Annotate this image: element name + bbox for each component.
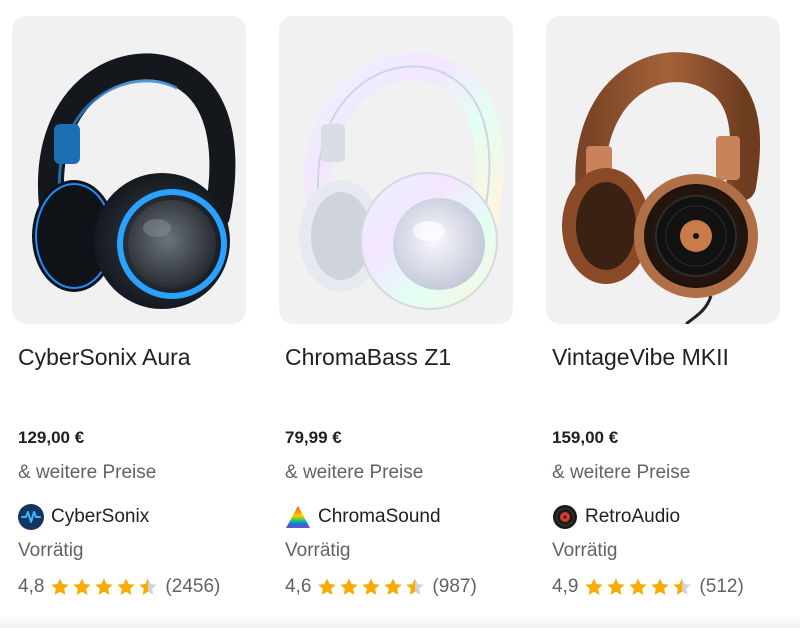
holographic-white-headphones-image — [299, 52, 504, 310]
star-icon — [406, 578, 425, 595]
rating-score: 4,6 — [285, 576, 312, 597]
availability-status: Vorrätig — [18, 540, 84, 561]
rainbow-triangle-logo-icon — [286, 506, 310, 528]
product-grid: CyberSonix Aura 129,00 € & weitere Preis… — [0, 0, 800, 628]
waveform-logo-icon — [18, 504, 44, 530]
rating[interactable]: 4,8 (2456) — [18, 574, 220, 600]
vinyl-record-logo-icon — [553, 505, 577, 529]
product-title[interactable]: VintageVibe MKII — [552, 342, 729, 372]
star-rating — [317, 577, 427, 597]
product-image[interactable] — [12, 16, 246, 324]
seller-name: ChromaSound — [318, 506, 441, 527]
review-count: (512) — [699, 576, 744, 597]
product-title[interactable]: ChromaBass Z1 — [285, 342, 451, 372]
star-icon — [139, 578, 158, 595]
more-prices-link[interactable]: & weitere Preise — [552, 462, 690, 484]
seller[interactable]: CyberSonix — [18, 504, 149, 530]
seller[interactable]: RetroAudio — [552, 504, 680, 530]
seller-name: CyberSonix — [51, 506, 150, 527]
star-icon — [651, 578, 670, 595]
star-icon — [629, 578, 648, 595]
star-icon — [340, 578, 359, 595]
product-price: 129,00 € — [18, 428, 85, 447]
star-icon — [95, 578, 114, 595]
rating[interactable]: 4,6 (987) — [285, 574, 477, 600]
star-icon — [384, 578, 403, 595]
star-icon — [73, 578, 92, 595]
star-rating — [584, 577, 694, 597]
rating-score: 4,9 — [552, 576, 579, 597]
product-price: 79,99 € — [285, 428, 342, 447]
more-prices-link[interactable]: & weitere Preise — [285, 462, 423, 484]
seller[interactable]: ChromaSound — [285, 504, 441, 530]
star-icon — [362, 578, 381, 595]
rating[interactable]: 4,9 (512) — [552, 574, 744, 600]
rating-score: 4,8 — [18, 576, 45, 597]
star-icon — [585, 578, 604, 595]
product-price: 159,00 € — [552, 428, 619, 447]
brown-leather-headphones-image — [562, 52, 761, 324]
review-count: (2456) — [165, 576, 221, 597]
more-prices-link[interactable]: & weitere Preise — [18, 462, 156, 484]
star-icon — [117, 578, 136, 595]
product-card[interactable]: ChromaBass Z1 79,99 € & weitere Preise C — [279, 0, 539, 628]
availability-status: Vorrätig — [285, 540, 351, 561]
availability-status: Vorrätig — [552, 540, 618, 561]
seller-name: RetroAudio — [585, 506, 681, 527]
product-card[interactable]: VintageVibe MKII 159,00 € & weitere Prei… — [546, 0, 800, 628]
product-card[interactable]: CyberSonix Aura 129,00 € & weitere Preis… — [12, 0, 272, 628]
review-count: (987) — [432, 576, 477, 597]
product-title[interactable]: CyberSonix Aura — [18, 342, 191, 372]
product-image[interactable] — [279, 16, 513, 324]
star-icon — [51, 578, 70, 595]
black-blue-headphones-image — [32, 53, 236, 309]
product-image[interactable] — [546, 16, 780, 324]
page-bottom-shade — [0, 614, 800, 628]
star-icon — [673, 578, 692, 595]
star-icon — [607, 578, 626, 595]
star-rating — [50, 577, 160, 597]
star-icon — [318, 578, 337, 595]
